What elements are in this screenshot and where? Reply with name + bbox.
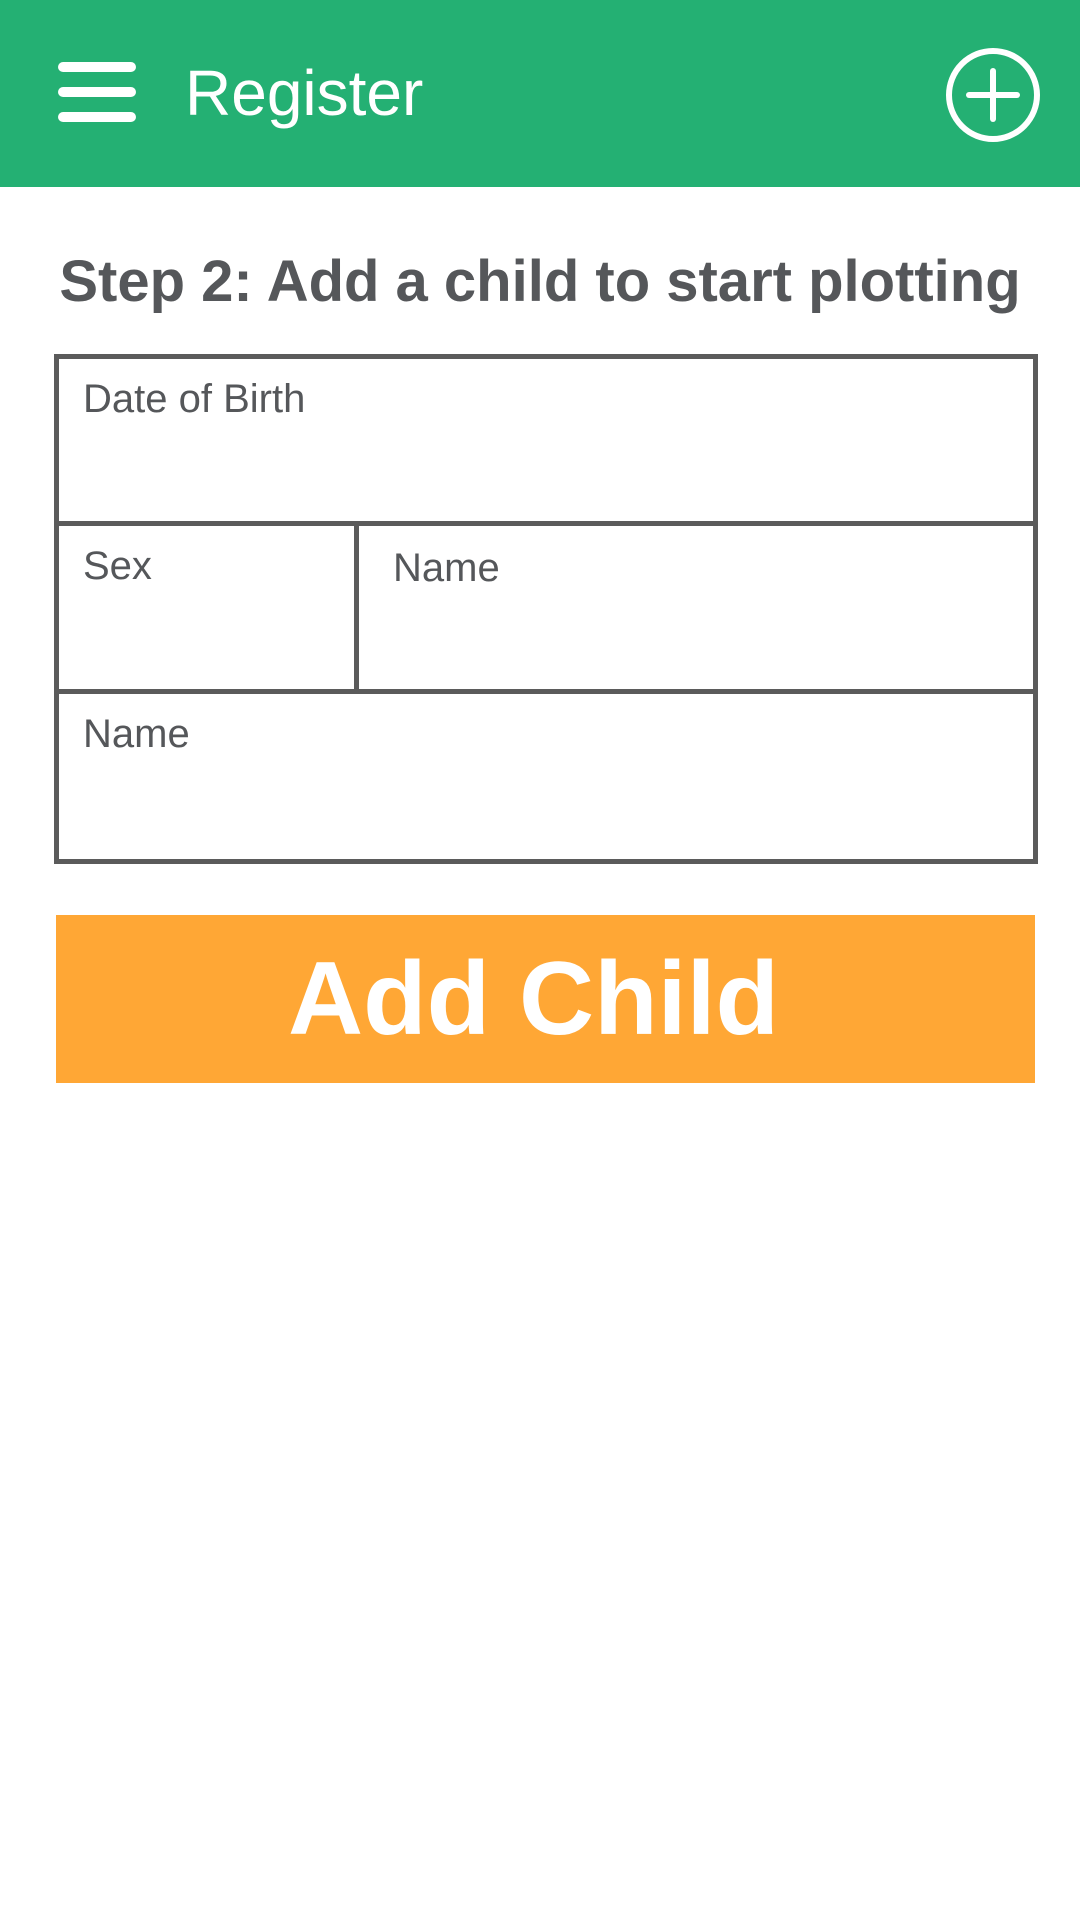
add-child-button[interactable]: Add Child [56, 915, 1035, 1083]
menu-icon-bar [58, 112, 136, 122]
child-form: Date of Birth Sex Name Name [54, 354, 1038, 864]
sex-field[interactable]: Sex [59, 526, 359, 694]
menu-button[interactable] [52, 54, 138, 130]
page-title: Register [185, 57, 424, 129]
date-of-birth-label: Date of Birth [83, 377, 306, 421]
menu-icon-bar [58, 87, 136, 97]
app-bar: Register [0, 0, 1080, 187]
sex-label: Sex [83, 544, 152, 588]
name-label-primary: Name [393, 546, 500, 590]
name-field-secondary[interactable]: Name [59, 694, 1033, 859]
name-field-primary[interactable]: Name [359, 526, 1033, 694]
name-label-secondary: Name [83, 712, 190, 756]
plus-circle-icon [946, 48, 1040, 142]
add-button[interactable] [944, 46, 1042, 144]
menu-icon-bar [58, 62, 136, 72]
date-of-birth-field[interactable]: Date of Birth [59, 359, 1033, 526]
step-heading: Step 2: Add a child to start plotting [59, 249, 1021, 314]
